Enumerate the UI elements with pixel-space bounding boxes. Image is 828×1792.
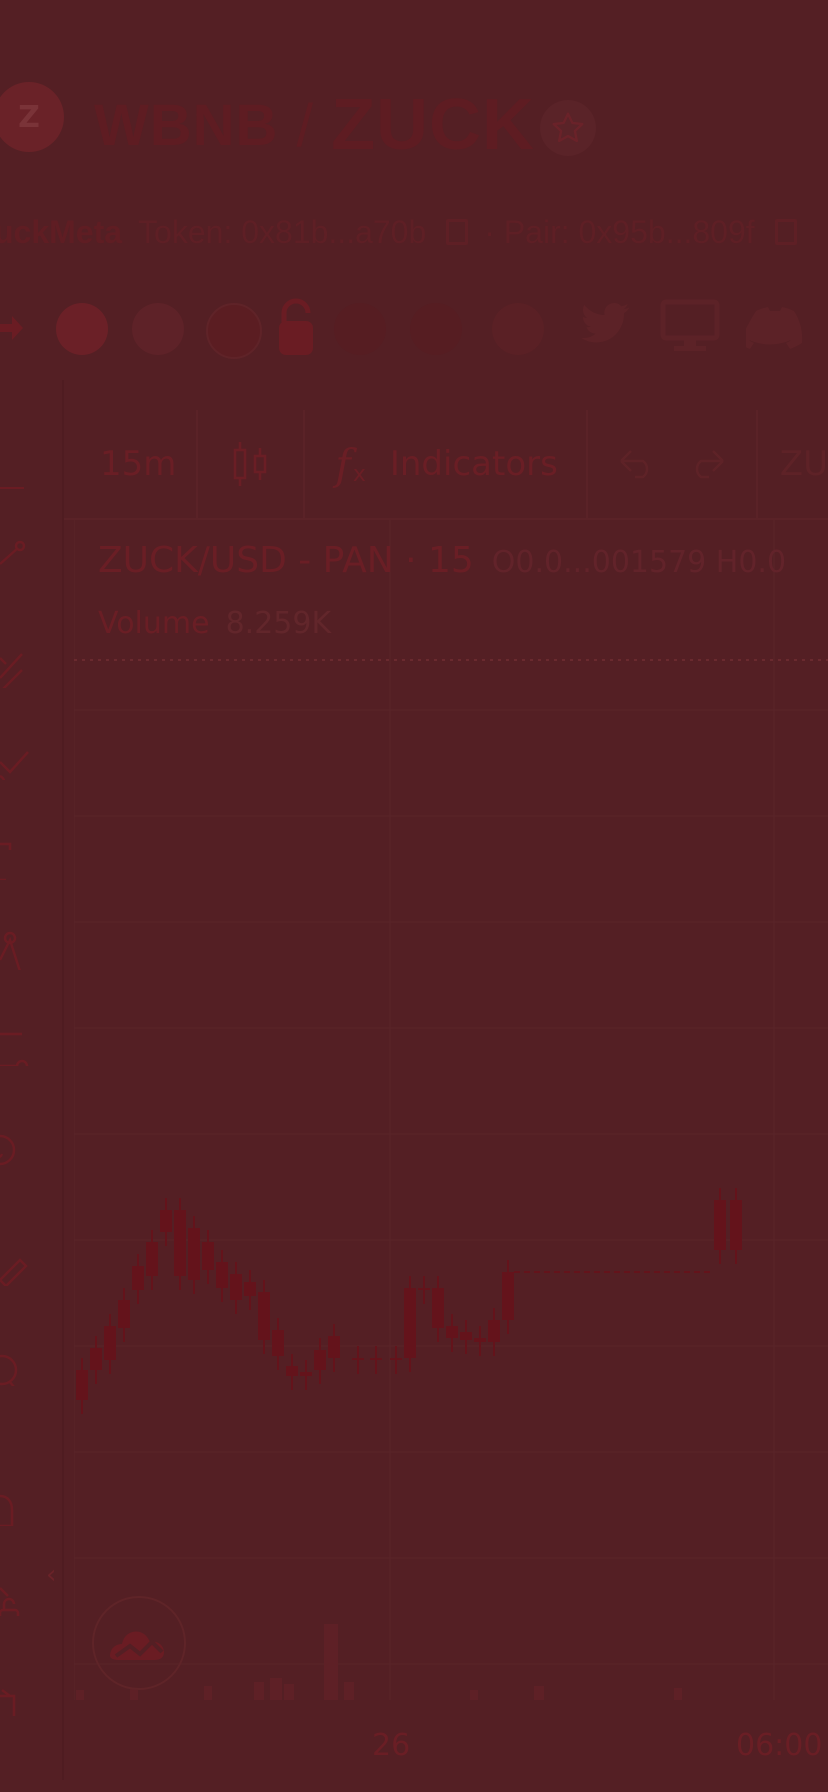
pattern-tool-icon[interactable] <box>0 740 40 780</box>
price-chart[interactable] <box>74 520 828 1700</box>
indicators-button[interactable]: f x Indicators <box>305 410 589 518</box>
pair-address[interactable]: · Pair: 0x95b...809f <box>484 214 754 251</box>
fib-tool-icon[interactable] <box>0 648 40 688</box>
twitter-icon[interactable] <box>578 301 632 349</box>
token-address[interactable]: Token: 0x81b...a70b <box>138 214 426 251</box>
chart-legend-main: ZUCK/USD - PAN · 15 O0.0...001579 H0.0 <box>98 540 786 581</box>
pair-quote: ZUCK <box>331 85 536 165</box>
telegram-icon[interactable] <box>492 303 544 355</box>
gear-icon[interactable] <box>334 303 386 355</box>
candles-layer <box>76 1188 742 1414</box>
cloud-logo-icon <box>110 1631 164 1660</box>
crosshair-tool-icon[interactable] <box>0 466 40 506</box>
link-icons-row <box>0 295 828 365</box>
pair-base: WBNB <box>94 92 279 158</box>
lock-drawings-icon[interactable] <box>0 1576 40 1616</box>
tradingview-logo[interactable] <box>92 1596 186 1690</box>
measure-tool-icon[interactable] <box>0 1026 40 1066</box>
time-label: 06:00 <box>736 1728 823 1763</box>
compare-symbol[interactable]: ZU <box>758 410 828 518</box>
token-info-row: uckMeta Token: 0x81b...a70b · Pair: 0x95… <box>0 210 828 254</box>
chart-toolbar: 15m f x Indicators ZU <box>64 410 828 520</box>
redo-icon[interactable] <box>689 449 725 479</box>
volume-bar <box>534 1686 544 1700</box>
explorer-icon[interactable] <box>206 303 262 359</box>
compare-symbol-label: ZU <box>779 444 828 484</box>
avatar-letter: Z <box>18 99 40 135</box>
swap-site-icon[interactable] <box>132 303 184 355</box>
volume-label: Volume <box>98 606 210 641</box>
trend-line-tool-icon[interactable] <box>0 536 40 576</box>
polyline-tool-icon[interactable] <box>0 930 40 970</box>
emoji-tool-icon[interactable] <box>0 1126 40 1166</box>
volume-bar <box>254 1682 264 1700</box>
website-icon[interactable] <box>660 299 720 353</box>
interval-label: 15m <box>100 444 177 484</box>
volume-bar <box>344 1682 354 1700</box>
indicators-label: Indicators <box>389 444 558 484</box>
pair-separator: / <box>296 91 314 159</box>
candles-icon <box>234 442 267 486</box>
fx-icon: f <box>335 439 351 489</box>
chart-type-button[interactable] <box>198 410 306 518</box>
undo-icon[interactable] <box>619 449 655 479</box>
symbol-label: ZUCK/USD - PAN · 15 <box>98 540 474 581</box>
ruler-icon[interactable] <box>0 1246 40 1286</box>
volume-bar <box>284 1684 294 1700</box>
copy-icon[interactable] <box>774 219 797 245</box>
chart-legend-volume: Volume 8.259K <box>98 606 331 641</box>
volume-bar <box>674 1688 682 1700</box>
pair-title: WBNB / ZUCK <box>94 80 535 170</box>
chart-grid <box>74 520 828 1700</box>
volume-bar <box>76 1690 84 1700</box>
volume-bar <box>470 1690 478 1700</box>
puzzle-icon[interactable] <box>410 303 462 355</box>
volume-bar <box>324 1624 338 1700</box>
magnet-icon[interactable] <box>0 1486 40 1526</box>
volume-bar <box>204 1686 212 1700</box>
chart-site-icon[interactable] <box>56 303 108 355</box>
ohlc-values: O0.0...001579 H0.0 <box>491 545 787 580</box>
bracket-tool-icon[interactable] <box>0 840 40 880</box>
volume-bar <box>270 1678 282 1700</box>
time-label: 26 <box>372 1728 411 1763</box>
star-icon <box>552 112 584 143</box>
fx-sub: x <box>352 461 366 487</box>
favorite-button[interactable] <box>540 100 596 156</box>
collapse-toolbar-button[interactable]: ‹ <box>46 1560 70 1608</box>
lock-icon[interactable] <box>276 295 316 359</box>
undo-redo-group <box>588 410 758 518</box>
trash-icon[interactable] <box>0 1676 40 1716</box>
token-name: uckMeta <box>0 213 123 250</box>
zoom-icon[interactable] <box>0 1346 40 1386</box>
copy-icon[interactable] <box>446 219 469 245</box>
interval-button[interactable]: 15m <box>64 410 198 518</box>
token-avatar: Z <box>0 82 64 152</box>
share-arrow-icon[interactable] <box>0 313 24 343</box>
discord-icon[interactable] <box>746 305 804 349</box>
volume-value: 8.259K <box>225 606 332 641</box>
